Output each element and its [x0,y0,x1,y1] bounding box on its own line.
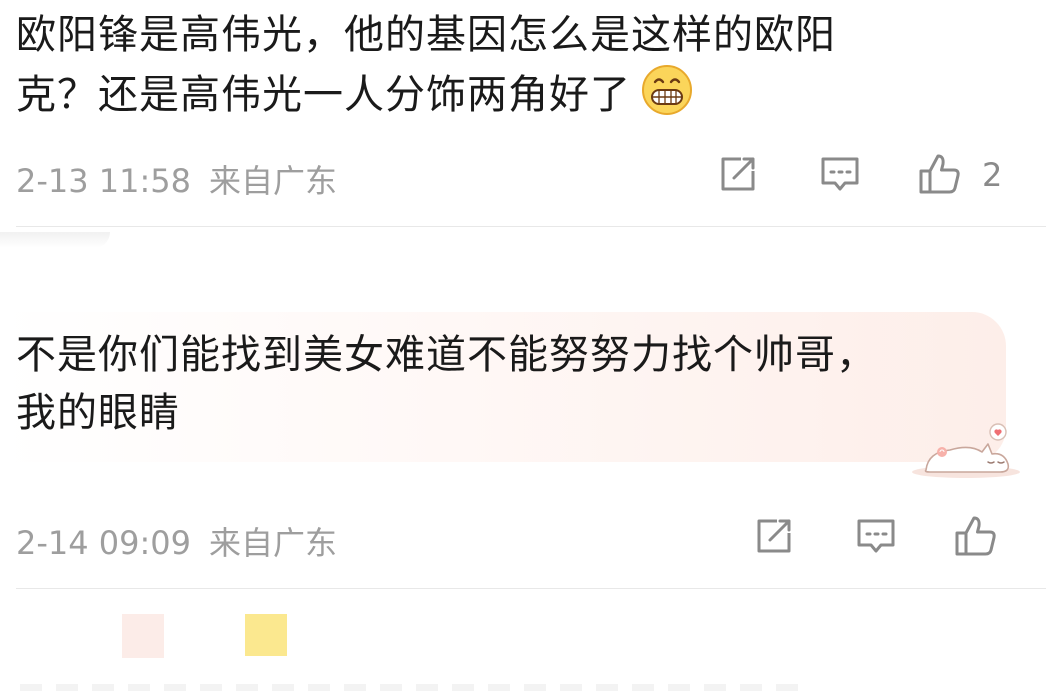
thumbs-up-icon [955,516,996,556]
comment-2-line-1: 不是你们能找到美女难道不能努努力找个帅哥， [16,332,877,378]
next-comment-text-fragment [20,684,800,691]
share-button[interactable] [714,150,762,198]
comment-divider-2 [16,588,1046,589]
sleeping-cat-sticker-icon [912,423,1020,478]
comment-1-location: 来自广东 [209,162,338,200]
comment-feed: 欧阳锋是高伟光，他的基因怎么是这样的欧阳 克？还是高伟光一人分饰两角好了 2-1… [0,0,1046,691]
comment-2-line-2: 我的眼睛 [16,390,180,436]
share-icon [757,519,791,553]
comment-1-line-1: 欧阳锋是高伟光，他的基因怎么是这样的欧阳 [16,12,836,58]
like-button[interactable] [916,150,964,198]
comment-2-meta: 2-14 09:09 来自广东 [16,512,1046,562]
comment-1-meta: 2-13 11:58 来自广东 2 [16,150,1046,200]
comment-2-time: 2-14 09:09 [16,524,192,562]
reply-icon [821,157,859,191]
comment-1-timestamp: 2-13 11:58 来自广东 [16,156,337,202]
comment-1-text: 欧阳锋是高伟光，他的基因怎么是这样的欧阳 克？还是高伟光一人分饰两角好了 [16,6,836,124]
comment-1-line-2-text: 克？还是高伟光一人分饰两角好了 [16,72,631,118]
comment-1-like-count: 2 [982,156,1003,194]
reply-icon [857,519,895,553]
comment-divider-1 [16,226,1046,227]
comment-2-text: 不是你们能找到美女难道不能努努力找个帅哥， 我的眼睛 [16,326,877,442]
share-icon [721,157,755,191]
like-button[interactable] [952,512,1000,560]
share-button[interactable] [750,512,798,560]
next-comment-badge-fragment [245,614,287,656]
thumbs-up-icon [919,154,960,194]
reply-button[interactable] [852,512,900,560]
reply-button[interactable] [816,150,864,198]
comment-2-timestamp: 2-14 09:09 来自广东 [16,518,337,564]
comment-1-time: 2-13 11:58 [16,162,192,200]
divider-shadow [0,232,110,248]
comment-2-location: 来自广东 [209,524,338,562]
grinning-face-icon [642,65,692,115]
next-comment-avatar-fragment [122,614,164,658]
comment-1-line-2: 克？还是高伟光一人分饰两角好了 [16,64,836,124]
